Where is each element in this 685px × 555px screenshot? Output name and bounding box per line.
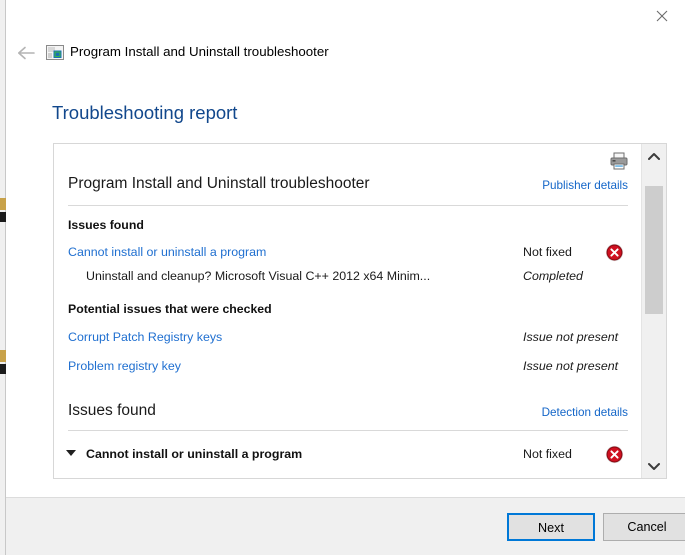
list-item[interactable]: Cannot install or uninstall a program No… [66, 445, 628, 466]
page-title: Troubleshooting report [52, 102, 238, 123]
printer-icon [610, 152, 628, 170]
print-button[interactable] [608, 150, 630, 172]
list-item[interactable]: Problem registry key Issue not present [68, 359, 628, 378]
section-heading-potential-issues: Potential issues that were checked [68, 302, 272, 316]
close-icon [656, 10, 668, 21]
chevron-down-icon [648, 462, 660, 470]
troubleshooting-report-panel: Program Install and Uninstall troublesho… [53, 143, 667, 479]
potential-issue-link[interactable]: Problem registry key [68, 359, 181, 373]
report-scrollbar[interactable] [641, 144, 666, 478]
back-button[interactable] [14, 40, 40, 66]
issue-detail-label: Uninstall and cleanup? Microsoft Visual … [86, 269, 431, 283]
list-item[interactable]: Cannot install or uninstall a program No… [68, 243, 628, 264]
dialog-footer: Next Cancel [6, 497, 685, 555]
scrollbar-thumb[interactable] [645, 186, 663, 314]
issues-found-section-header: Issues found Detection details [68, 402, 628, 431]
detection-details-link[interactable]: Detection details [542, 406, 628, 419]
report-heading: Program Install and Uninstall troublesho… [68, 175, 370, 192]
expanded-issue-label: Cannot install or uninstall a program [86, 447, 303, 461]
issue-detail-status: Completed [523, 269, 583, 283]
potential-issue-link[interactable]: Corrupt Patch Registry keys [68, 330, 222, 344]
scroll-up-button[interactable] [642, 144, 666, 168]
chevron-up-icon [648, 152, 660, 160]
issue-status: Not fixed [523, 245, 572, 259]
issue-link[interactable]: Cannot install or uninstall a program [68, 245, 266, 259]
list-item: Uninstall and cleanup? Microsoft Visual … [68, 269, 628, 288]
issues-found-heading: Issues found [68, 402, 156, 419]
report-content: Program Install and Uninstall troublesho… [54, 144, 642, 478]
publisher-details-link[interactable]: Publisher details [542, 179, 628, 192]
error-icon [605, 445, 624, 464]
scroll-down-button[interactable] [642, 454, 666, 478]
potential-issue-status: Issue not present [523, 359, 619, 373]
section-heading-issues-found: Issues found [68, 218, 144, 232]
error-icon [605, 243, 624, 262]
report-heading-row: Program Install and Uninstall troublesho… [68, 175, 628, 206]
list-item[interactable]: Corrupt Patch Registry keys Issue not pr… [68, 330, 628, 349]
navigation-row: Program Install and Uninstall troublesho… [6, 38, 685, 68]
title-bar [6, 0, 685, 33]
cancel-button[interactable]: Cancel [603, 513, 685, 541]
next-button[interactable]: Next [507, 513, 595, 541]
potential-issue-status: Issue not present [523, 330, 619, 344]
expanded-issue-status: Not fixed [523, 447, 572, 461]
caret-down-icon[interactable] [66, 450, 76, 456]
troubleshooter-window: Program Install and Uninstall troublesho… [6, 0, 685, 555]
app-title: Program Install and Uninstall troublesho… [70, 44, 329, 59]
close-button[interactable] [639, 0, 685, 31]
program-install-uninstall-icon [46, 44, 64, 62]
back-arrow-icon [18, 46, 35, 60]
